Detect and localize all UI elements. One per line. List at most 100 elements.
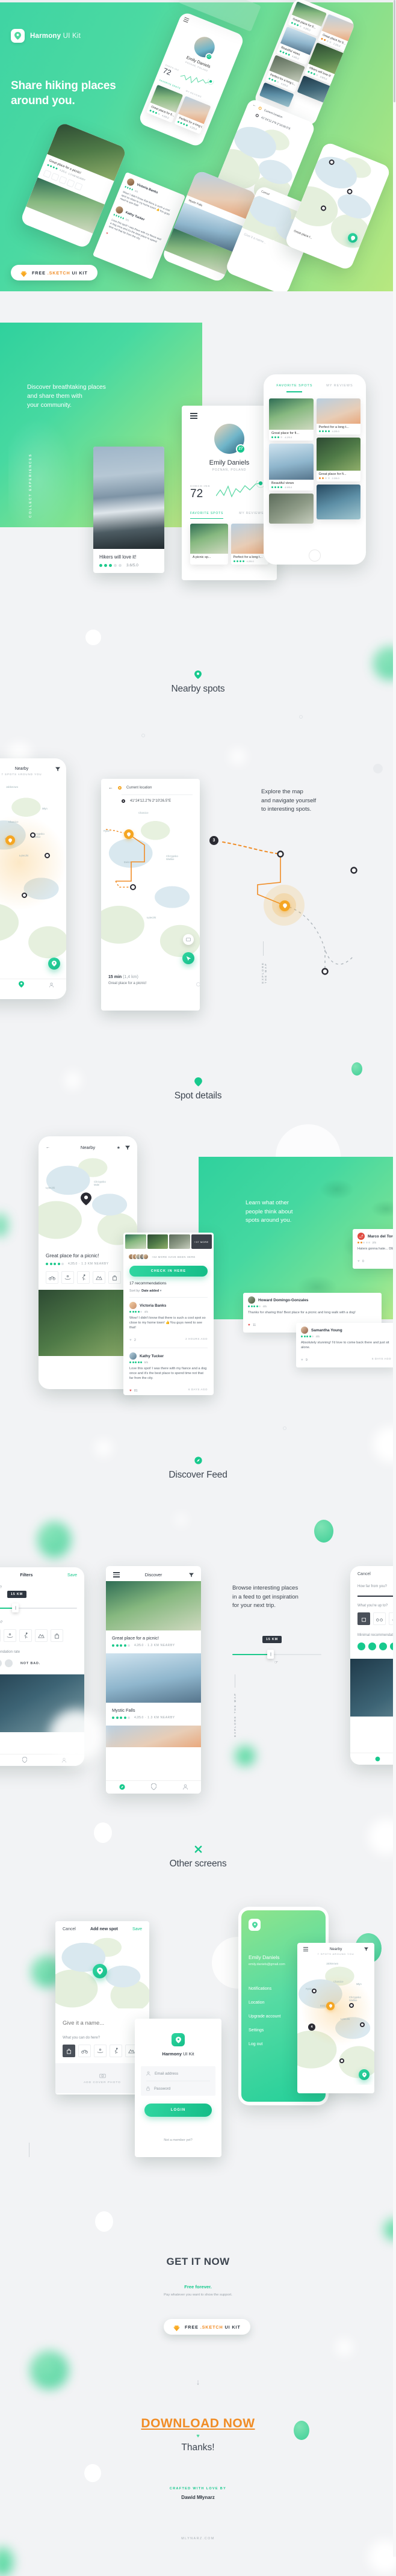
tab-favorite-spots[interactable]: FAVORITE SPOTS: [190, 512, 224, 519]
spot-map[interactable]: Łęteczki Chrzypsko Małe: [39, 1155, 137, 1245]
selected-spot-pin[interactable]: [5, 835, 15, 845]
climb-icon[interactable]: [35, 1629, 48, 1642]
rate-question: Minimal recommendation rate: [0, 1650, 20, 1654]
selected-spot-pin[interactable]: [326, 2002, 335, 2010]
review-text: Love this spot! I was there with my fian…: [129, 1367, 207, 1380]
distance-slider[interactable]: 15 KM ||| ☞: [232, 1636, 321, 1665]
bike-icon[interactable]: [0, 1629, 1, 1642]
tent-icon[interactable]: [63, 2045, 75, 2057]
heart-icon[interactable]: ♥: [248, 1324, 250, 1327]
diagram-selected-pin[interactable]: [279, 900, 290, 911]
star-icon[interactable]: ★: [117, 1145, 120, 1150]
bike-icon[interactable]: [46, 1271, 58, 1284]
scrollbar[interactable]: [393, 0, 396, 2557]
more-photos-badge[interactable]: +37 MORE: [191, 1234, 212, 1249]
cancel-button[interactable]: Cancel: [357, 1572, 371, 1576]
copy-line-2: people think about: [246, 1208, 293, 1215]
cancel-button[interactable]: Cancel: [63, 1927, 76, 1931]
tab-my-reviews[interactable]: MY REVIEWS: [326, 384, 353, 392]
email-field[interactable]: Email address: [141, 2066, 215, 2081]
compass-icon[interactable]: [375, 1754, 380, 1765]
feed-copy: Browse interesting places in a feed to g…: [232, 1584, 299, 1611]
scrollbar-thumb[interactable]: [394, 0, 395, 102]
arrow-left-icon[interactable]: ←: [108, 785, 113, 790]
run-icon[interactable]: [110, 2045, 122, 2057]
tab-favorite-spots[interactable]: FAVORITE SPOTS: [276, 384, 312, 392]
spot-name-input[interactable]: [63, 2020, 142, 2026]
picnic-icon[interactable]: [51, 1629, 63, 1642]
hamburger-icon[interactable]: [190, 413, 197, 419]
filter-icon[interactable]: [55, 767, 60, 772]
kayak-icon[interactable]: [94, 2045, 107, 2057]
heart-icon[interactable]: ♥: [129, 1389, 132, 1393]
sort-control[interactable]: Sort by: Date added ▾: [129, 1289, 208, 1293]
free-sketch-badge-footer[interactable]: FREE .SKETCH UI KIT: [164, 2319, 250, 2335]
rate-selector[interactable]: [357, 1643, 396, 1650]
brand-logo[interactable]: Harmony UI Kit: [11, 29, 81, 43]
heart-icon[interactable]: ♥: [301, 1358, 303, 1362]
free-sketch-badge[interactable]: FREE .SKETCH UI KIT: [11, 265, 97, 280]
picnic-icon[interactable]: [108, 1271, 121, 1284]
distance-slider-knob[interactable]: |||: [12, 1603, 19, 1612]
hamburger-icon[interactable]: [113, 1572, 120, 1577]
bike-icon[interactable]: [78, 2045, 91, 2057]
tent-icon[interactable]: [357, 1612, 370, 1625]
rate-selector[interactable]: NOT BAD.: [0, 1659, 77, 1667]
bike-icon[interactable]: [373, 1612, 386, 1625]
mountain-card-rating: 3.6/5.0: [99, 563, 158, 568]
login-button[interactable]: LOGIN: [144, 2104, 212, 2117]
heart-icon[interactable]: ♥: [129, 1339, 132, 1342]
map-pin-number[interactable]: 3: [209, 836, 218, 845]
locate-fab[interactable]: [48, 958, 60, 970]
origin-pin[interactable]: [124, 829, 134, 839]
section-title: Nearby spots: [171, 684, 225, 694]
feed-card[interactable]: Great place for a picnic! 4.2/5.0 · 1.3 …: [106, 1581, 201, 1653]
pin-icon[interactable]: [22, 1755, 28, 1766]
bottom-nav[interactable]: [106, 1780, 201, 1794]
decor-blob: [176, 1514, 187, 1525]
save-button[interactable]: Save: [132, 1927, 142, 1931]
climb-icon[interactable]: [93, 1271, 105, 1284]
slider-knob[interactable]: |||: [267, 1650, 274, 1659]
feed-card[interactable]: Mystic Falls 4.2/5.0 · 1.3 KM NEARBY: [106, 1653, 201, 1726]
filter-icon[interactable]: [125, 1145, 130, 1150]
decor-ring: [283, 1426, 286, 1430]
check-in-button[interactable]: CHECK IN HERE: [129, 1266, 208, 1277]
run-icon[interactable]: [77, 1271, 90, 1284]
run-icon[interactable]: [19, 1629, 32, 1642]
map-pin-number[interactable]: 4: [308, 2023, 315, 2031]
spot-pin-icon[interactable]: [81, 1192, 91, 1206]
drop-pin-icon[interactable]: [93, 1964, 107, 1978]
filter-icon[interactable]: [189, 1573, 194, 1577]
route-map[interactable]: Charcice Rybin Bielcz Chrzypsko Wielkie Ł…: [101, 808, 200, 970]
kayak-icon[interactable]: [4, 1629, 16, 1642]
signup-prompt[interactable]: Not a member yet?: [135, 2138, 221, 2142]
pin-icon[interactable]: [150, 1782, 156, 1793]
filter-icon[interactable]: [364, 1947, 368, 1951]
map-canvas[interactable]: Jabłonowo Rybin Młyn Charcice ChrzypskoW…: [0, 779, 66, 978]
decor-blob: [84, 2464, 101, 2482]
home-button[interactable]: [309, 550, 321, 562]
decor-blob: [368, 2540, 396, 2574]
review-text: Wow! I didn't know that there is such a …: [129, 1316, 206, 1330]
bottom-nav[interactable]: [350, 1753, 396, 1765]
back-icon[interactable]: ←: [252, 104, 257, 108]
mountain-card[interactable]: Hikers will love it! 3.6/5.0: [93, 447, 164, 573]
get-it-now-title: GET IT NOW: [166, 2256, 230, 2267]
kayak-icon[interactable]: [61, 1271, 74, 1284]
tab-my-reviews[interactable]: MY REVIEWS: [239, 512, 264, 519]
hamburger-icon[interactable]: [303, 1947, 308, 1951]
add-spot-map[interactable]: [55, 1937, 149, 2008]
layers-icon[interactable]: [183, 934, 194, 945]
password-field[interactable]: Password: [141, 2081, 215, 2096]
compass-icon[interactable]: [119, 1782, 125, 1793]
save-button[interactable]: Save: [67, 1573, 77, 1577]
heart-icon[interactable]: ♥: [357, 1260, 360, 1263]
download-now-link[interactable]: DOWNLOAD NOW: [0, 2417, 396, 2431]
destination-dot-icon: [122, 799, 125, 803]
arrow-left-icon[interactable]: ←: [46, 1145, 50, 1150]
profile-icon[interactable]: [182, 1782, 188, 1793]
navigate-fab[interactable]: [182, 952, 194, 964]
map-canvas[interactable]: Jabłonowo Charcice Rybin Młyn Chrzypsko W…: [297, 1958, 374, 2085]
locate-fab[interactable]: [359, 2069, 370, 2080]
